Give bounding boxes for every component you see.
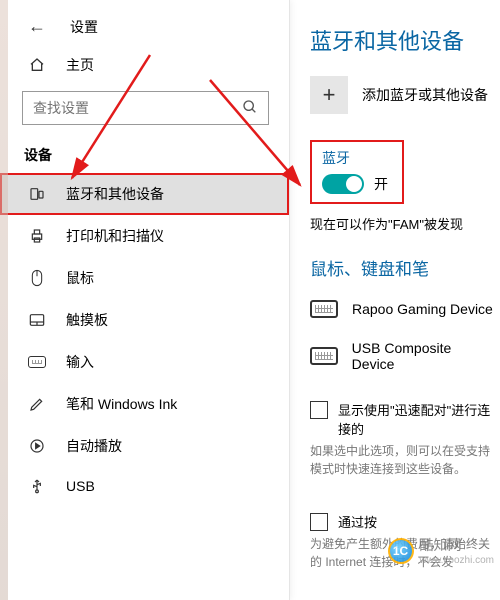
metered-label: 通过按 <box>338 512 377 531</box>
watermark: 1C 酷知网 www.coozhi.com <box>388 535 494 566</box>
page-title: 蓝牙和其他设备 <box>310 24 496 56</box>
bluetooth-toggle[interactable] <box>322 174 364 194</box>
section-label: 设备 <box>0 139 289 173</box>
metered-option[interactable]: 通过按 <box>310 512 496 531</box>
swift-pair-label: 显示使用"迅速配对"进行连接的 <box>338 400 496 438</box>
sidebar-item-label: 鼠标 <box>66 268 94 288</box>
swift-pair-option[interactable]: 显示使用"迅速配对"进行连接的 <box>310 400 496 438</box>
device-name: USB Composite Device <box>352 340 496 372</box>
watermark-url: www.coozhi.com <box>420 555 494 566</box>
sidebar-item-label: 笔和 Windows Ink <box>66 394 177 414</box>
bluetooth-label: 蓝牙 <box>322 148 388 168</box>
discoverable-text: 现在可以作为"FAM"被发现 <box>310 214 496 233</box>
plus-icon: + <box>310 76 348 114</box>
sidebar-item-label: 自动播放 <box>66 436 122 456</box>
keyboard-icon <box>310 347 338 365</box>
device-name: Rapoo Gaming Device <box>352 301 493 317</box>
window-edge <box>0 0 8 600</box>
settings-title: 设置 <box>70 17 98 37</box>
watermark-badge-icon: 1C <box>388 538 414 564</box>
bluetooth-toggle-block: 蓝牙 开 <box>310 140 404 204</box>
sidebar-item-label: 蓝牙和其他设备 <box>66 184 164 204</box>
search-icon <box>242 99 258 118</box>
sidebar-item-bluetooth[interactable]: 蓝牙和其他设备 <box>0 173 289 215</box>
mouse-icon <box>28 269 46 287</box>
sidebar-item-usb[interactable]: USB <box>0 467 289 505</box>
sidebar-item-label: USB <box>66 478 95 494</box>
sidebar-item-typing[interactable]: 输入 <box>0 341 289 383</box>
watermark-site: 酷知网 <box>420 535 494 555</box>
sidebar-item-label: 打印机和扫描仪 <box>66 226 164 246</box>
device-group-title: 鼠标、键盘和笔 <box>310 255 496 280</box>
touchpad-icon <box>28 313 46 327</box>
device-row[interactable]: Rapoo Gaming Device <box>310 292 496 332</box>
device-row[interactable]: USB Composite Device <box>310 332 496 386</box>
sidebar-item-touchpad[interactable]: 触摸板 <box>0 299 289 341</box>
app-root: ← 设置 主页 设备 蓝牙和其他设备 打印机和扫描仪 <box>0 0 500 600</box>
sidebar-item-autoplay[interactable]: 自动播放 <box>0 425 289 467</box>
sidebar-item-label: 输入 <box>66 352 94 372</box>
bluetooth-state: 开 <box>374 174 388 194</box>
keyboard-icon <box>310 300 338 318</box>
sidebar-item-mouse[interactable]: 鼠标 <box>0 257 289 299</box>
home-icon <box>28 57 46 73</box>
sidebar-item-label: 触摸板 <box>66 310 108 330</box>
settings-sidebar: ← 设置 主页 设备 蓝牙和其他设备 打印机和扫描仪 <box>0 0 290 600</box>
printer-icon <box>28 228 46 244</box>
swift-pair-desc: 如果选中此选项，则可以在受支持模式时快速连接到这些设备。 <box>310 442 496 478</box>
usb-icon <box>28 478 46 494</box>
search-box[interactable] <box>22 91 269 125</box>
bluetooth-devices-icon <box>28 186 46 202</box>
sidebar-item-printers[interactable]: 打印机和扫描仪 <box>0 215 289 257</box>
add-device-row[interactable]: + 添加蓝牙或其他设备 <box>310 76 496 114</box>
keyboard-icon <box>28 356 46 368</box>
sidebar-item-pen[interactable]: 笔和 Windows Ink <box>0 383 289 425</box>
autoplay-icon <box>28 438 46 454</box>
header-row: ← 设置 <box>0 10 289 47</box>
checkbox-icon[interactable] <box>310 513 328 531</box>
pen-icon <box>28 396 46 412</box>
search-input[interactable] <box>33 100 234 116</box>
back-icon[interactable]: ← <box>28 16 46 37</box>
home-label: 主页 <box>66 55 94 75</box>
home-item[interactable]: 主页 <box>0 47 289 83</box>
add-device-label: 添加蓝牙或其他设备 <box>362 85 488 105</box>
main-panel: 蓝牙和其他设备 + 添加蓝牙或其他设备 蓝牙 开 现在可以作为"FAM"被发现 … <box>290 0 500 600</box>
checkbox-icon[interactable] <box>310 401 328 419</box>
